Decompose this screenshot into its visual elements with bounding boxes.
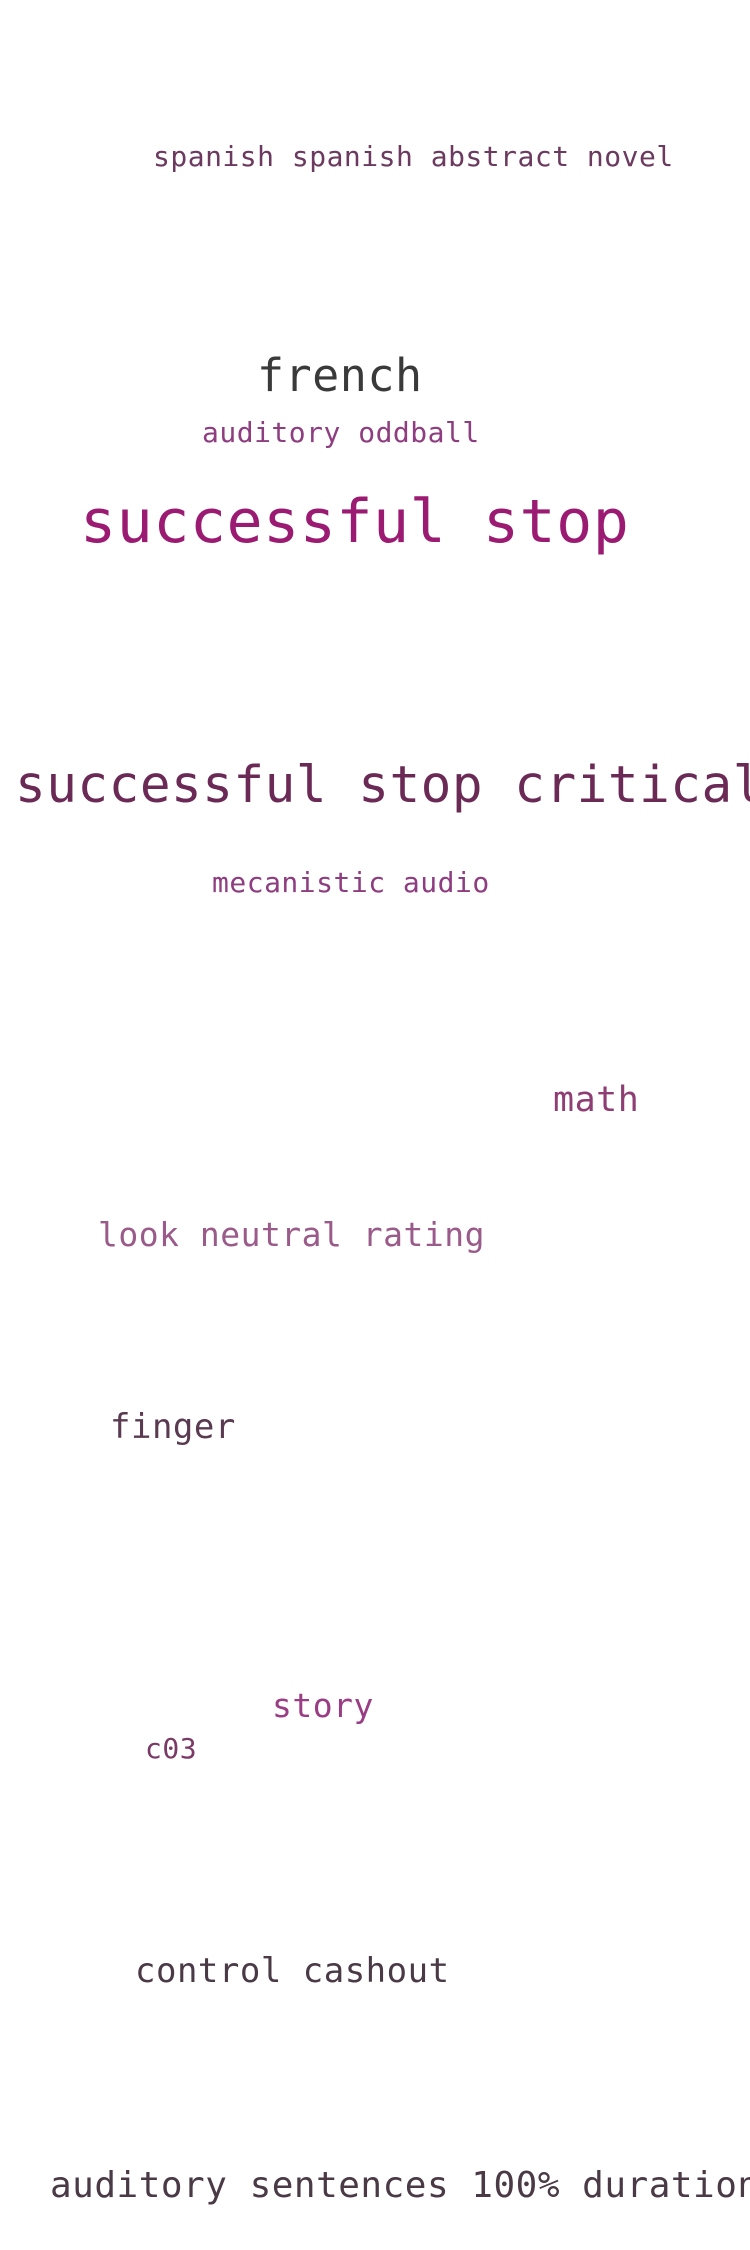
word-look-neutral-rating: look neutral rating xyxy=(98,1215,485,1254)
word-successful-stop-critical: successful stop critical xyxy=(15,756,750,815)
word-story: story xyxy=(272,1686,374,1725)
word-mecanistic-audio: mecanistic audio xyxy=(212,866,490,899)
word-successful-stop: successful stop xyxy=(80,487,630,557)
word-math: math xyxy=(553,1080,640,1120)
word-control-cashout: control cashout xyxy=(135,1951,450,1991)
word-auditory-sentences-100-duration: auditory sentences 100% duration xyxy=(50,2165,750,2206)
word-french: french xyxy=(257,349,423,402)
word-spanish-spanish-abstract-novel: spanish spanish abstract novel xyxy=(153,140,674,173)
word-finger: finger xyxy=(110,1407,236,1447)
word-cloud: spanish spanish abstract novel french au… xyxy=(0,0,750,2250)
word-c03: c03 xyxy=(145,1732,198,1765)
word-auditory-oddball: auditory oddball xyxy=(202,416,480,449)
